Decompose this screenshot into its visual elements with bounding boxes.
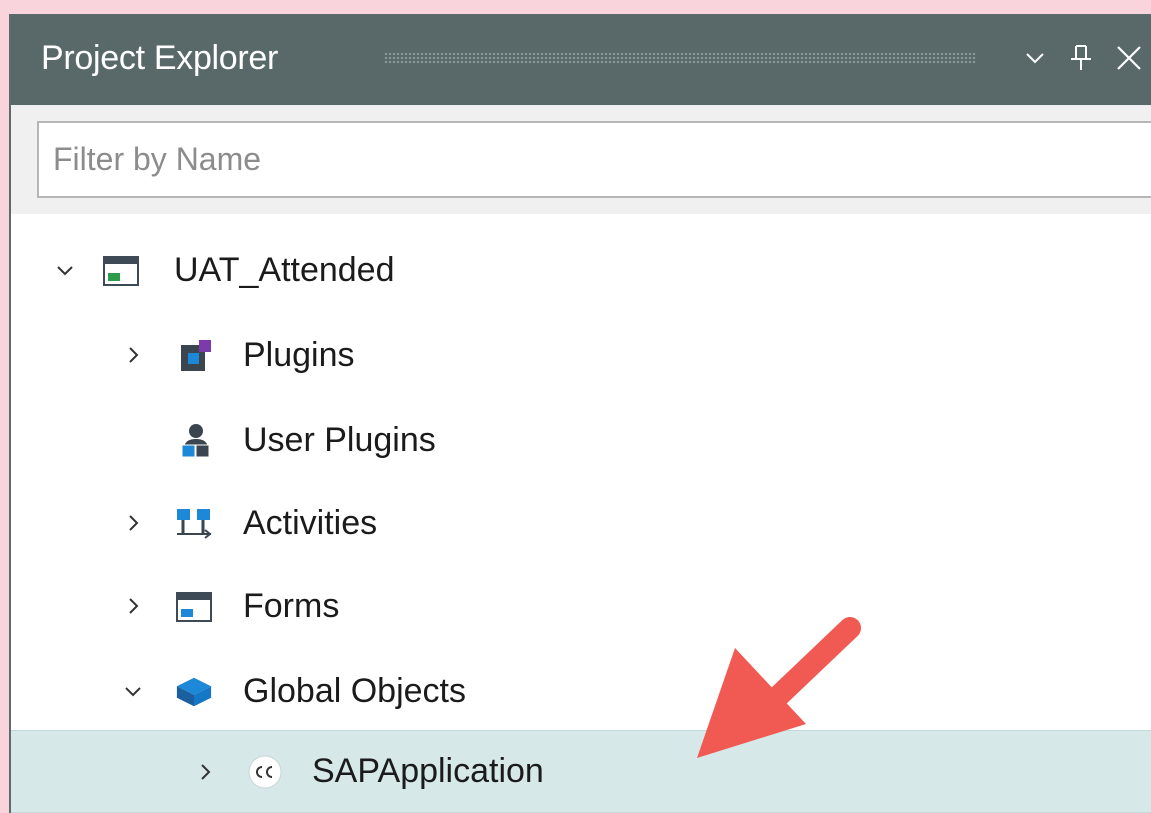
user-plugins-icon bbox=[177, 422, 215, 460]
chevron-right-icon[interactable] bbox=[119, 341, 147, 369]
tree-item-label: Forms bbox=[243, 587, 340, 625]
tree-item-activities[interactable]: Activities bbox=[11, 482, 1151, 566]
chevron-right-icon[interactable] bbox=[119, 509, 147, 537]
tree-item-label: Global Objects bbox=[243, 672, 466, 710]
tree-item-user-plugins[interactable]: User Plugins bbox=[11, 399, 1151, 483]
close-button[interactable] bbox=[1109, 36, 1149, 80]
tree-item-label: User Plugins bbox=[243, 421, 436, 459]
drag-grip[interactable] bbox=[384, 52, 976, 64]
global-objects-icon bbox=[175, 673, 213, 711]
tree-item-sapapplication[interactable]: SAPApplication bbox=[11, 730, 1151, 813]
chevron-down-icon[interactable] bbox=[51, 256, 79, 284]
pin-icon bbox=[1071, 45, 1091, 70]
chevron-right-icon[interactable] bbox=[191, 758, 219, 786]
tree-item-uat-attended[interactable]: UAT_Attended bbox=[11, 229, 1151, 313]
form-window-icon bbox=[175, 588, 213, 626]
chevron-right-icon[interactable] bbox=[119, 592, 147, 620]
project-explorer-panel: Project Explorer Filter by Name UAT_Atte… bbox=[9, 14, 1151, 813]
chevron-down-icon[interactable] bbox=[119, 677, 147, 705]
project-tree: UAT_Attended Plugins User Plugins Activi… bbox=[11, 214, 1151, 813]
plugins-icon bbox=[177, 337, 215, 375]
panel-titlebar: Project Explorer bbox=[11, 14, 1151, 105]
tree-item-label: Plugins bbox=[243, 336, 355, 374]
activities-icon bbox=[175, 505, 213, 543]
tree-item-global-objects[interactable]: Global Objects bbox=[11, 650, 1151, 734]
pin-button[interactable] bbox=[1061, 36, 1101, 80]
tree-item-label: UAT_Attended bbox=[174, 251, 395, 289]
filter-input[interactable] bbox=[37, 121, 1151, 198]
close-icon bbox=[1117, 46, 1141, 70]
filter-area bbox=[11, 105, 1151, 214]
tree-item-plugins[interactable]: Plugins bbox=[11, 314, 1151, 398]
form-window-icon bbox=[102, 252, 140, 290]
panel-title: Project Explorer bbox=[41, 39, 279, 77]
chevron-down-icon bbox=[1026, 53, 1044, 64]
tree-item-label: Activities bbox=[243, 504, 378, 542]
tree-item-label: SAPApplication bbox=[312, 752, 544, 790]
dropdown-button[interactable] bbox=[1015, 36, 1055, 80]
tree-item-forms[interactable]: Forms bbox=[11, 565, 1151, 649]
sap-object-icon bbox=[246, 753, 284, 791]
